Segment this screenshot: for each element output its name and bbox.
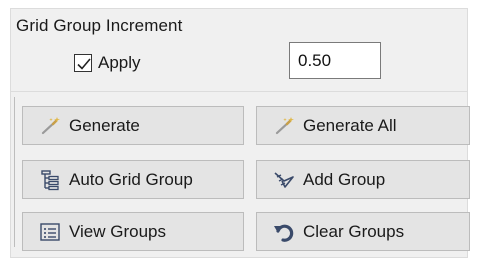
grid-group-panel: Grid Group Increment Apply Generate	[0, 0, 478, 266]
auto-grid-group-button[interactable]: Auto Grid Group	[22, 160, 244, 199]
wand-icon	[37, 115, 63, 137]
clear-groups-label: Clear Groups	[303, 221, 405, 241]
groupbox-title: Grid Group Increment	[16, 16, 183, 35]
auto-grid-group-label: Auto Grid Group	[69, 169, 193, 189]
clear-groups-button[interactable]: Clear Groups	[256, 212, 470, 251]
apply-label: Apply	[98, 53, 141, 72]
vertical-separator	[14, 97, 15, 247]
checkmark-icon	[77, 58, 91, 70]
view-groups-button[interactable]: View Groups	[22, 212, 244, 251]
add-group-icon	[271, 169, 297, 191]
wand-icon	[271, 115, 297, 137]
apply-checkbox-row[interactable]: Apply	[74, 52, 141, 74]
apply-checkbox[interactable]	[74, 54, 92, 72]
add-group-label: Add Group	[303, 169, 386, 189]
undo-arrow-icon	[271, 221, 297, 243]
generate-all-label: Generate All	[303, 115, 397, 135]
view-groups-label: View Groups	[69, 221, 167, 241]
generate-all-button[interactable]: Generate All	[256, 106, 470, 145]
generate-label: Generate	[69, 115, 140, 135]
increment-input[interactable]	[289, 42, 381, 79]
list-window-icon	[37, 221, 63, 243]
generate-button[interactable]: Generate	[22, 106, 244, 145]
add-group-button[interactable]: Add Group	[256, 160, 470, 199]
tree-list-icon	[37, 169, 63, 191]
